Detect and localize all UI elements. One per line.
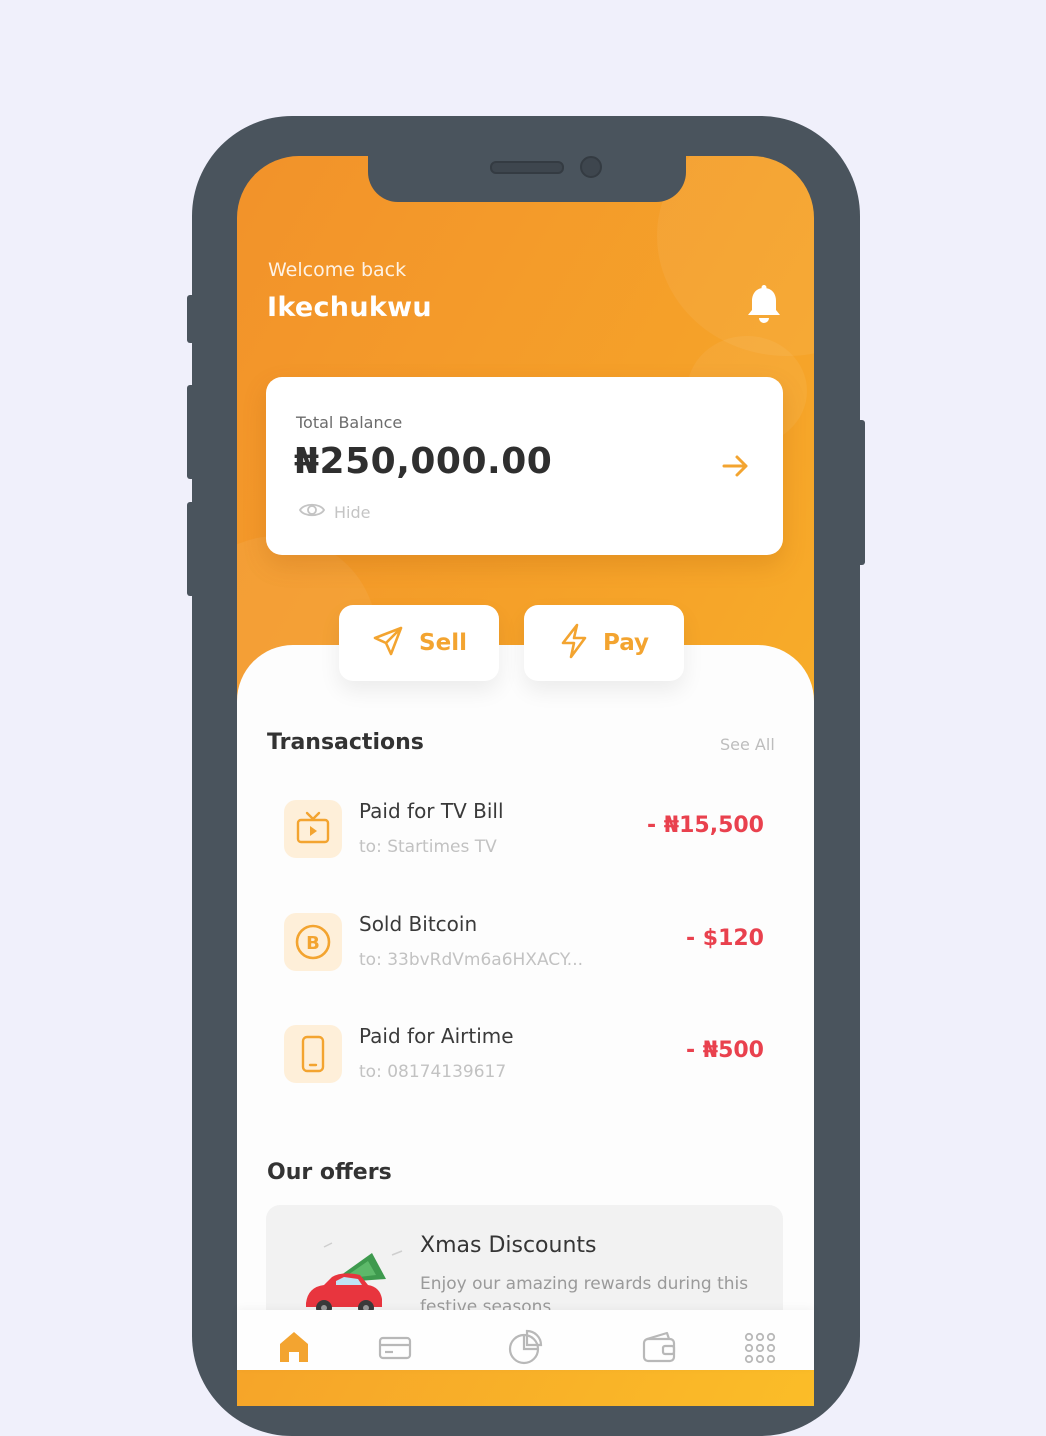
balance-card: Total Balance ₦250,000.00 Hide [266,377,783,555]
svg-text:B: B [306,933,320,954]
transaction-amount: - ₦500 [685,1038,764,1063]
pie-chart-icon[interactable] [505,1328,545,1368]
offers-title: Our offers [267,1160,392,1185]
bell-icon[interactable] [744,284,784,326]
hide-label: Hide [334,502,371,522]
transaction-amount: - $120 [685,926,764,951]
tv-icon [284,800,342,858]
transaction-title: Paid for Airtime [359,1024,514,1048]
phone-notch [368,150,686,202]
send-icon [371,624,405,662]
sell-label: Sell [419,630,467,656]
phone-speaker [490,161,564,174]
arrow-right-icon[interactable] [720,451,752,481]
phone-mute-switch [187,295,195,343]
grid-icon[interactable] [742,1330,782,1370]
transaction-recipient: to: Startimes TV [359,837,497,857]
transaction-recipient: to: 08174139617 [359,1062,507,1082]
transactions-title: Transactions [267,730,424,755]
balance-amount: ₦250,000.00 [294,441,553,482]
phone-volume-up [187,385,195,479]
wallet-icon[interactable] [641,1330,681,1370]
sell-button[interactable]: Sell [339,605,499,681]
bitcoin-icon: B [284,913,342,971]
phone-icon [284,1025,342,1083]
pay-label: Pay [602,630,650,656]
phone-volume-down [187,502,195,596]
welcome-text: Welcome back [268,259,407,281]
home-icon[interactable] [276,1328,316,1368]
offer-title: Xmas Discounts [420,1233,597,1258]
hide-balance-toggle[interactable]: Hide [298,501,370,523]
see-all-link[interactable]: See All [720,735,775,754]
lightning-icon [559,623,589,663]
xmas-car-illustration [302,1241,412,1321]
transaction-row[interactable]: B Sold Bitcoin to: 33bvRdVm6a6HXACY... -… [284,910,764,980]
card-icon[interactable] [377,1330,417,1370]
phone-camera [580,156,602,178]
transaction-row[interactable]: Paid for Airtime to: 08174139617 - ₦500 [284,1022,764,1092]
transaction-row[interactable]: Paid for TV Bill to: Startimes TV - ₦15,… [284,797,764,867]
transaction-title: Sold Bitcoin [359,912,478,936]
transaction-amount: - ₦15,500 [647,813,764,838]
eye-icon [298,500,326,524]
transaction-title: Paid for TV Bill [359,799,504,823]
balance-label: Total Balance [296,413,403,432]
username: Ikechukwu [267,292,432,323]
phone-power-button [857,420,865,565]
pay-button[interactable]: Pay [524,605,684,681]
transaction-recipient: to: 33bvRdVm6a6HXACY... [359,950,584,970]
